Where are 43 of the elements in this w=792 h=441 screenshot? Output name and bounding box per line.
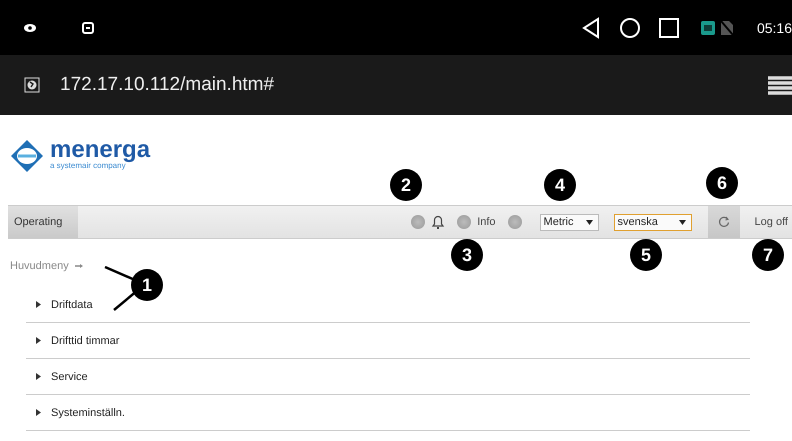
callout-badge: 6 [706,167,738,199]
callout-badge: 4 [544,169,576,201]
ethernet-icon [700,20,715,34]
status-indicator-icon [411,215,426,229]
clock: 05:16 [756,20,792,36]
expand-arrow-icon [36,409,41,416]
breadcrumb[interactable]: Huvudmeny [10,260,69,272]
indicator-icon [508,215,522,229]
log-off-link[interactable]: Log off [754,216,788,228]
menu-item[interactable]: Drifttid timmar [26,323,750,359]
back-icon[interactable] [580,16,601,38]
tabs-icon[interactable] [766,74,792,96]
no-sim-icon [720,20,733,34]
globe-icon [24,77,40,93]
home-icon[interactable] [618,16,641,38]
expand-arrow-icon [36,301,41,308]
caret-icon [678,220,686,224]
info-label[interactable]: Info [477,216,496,228]
arrow-icon [74,264,83,268]
eye-icon [24,24,36,32]
callout-badge: 3 [451,239,483,271]
logo-icon [10,139,44,173]
callout-badge: 2 [390,169,422,201]
refresh-button[interactable] [708,206,740,238]
url-text[interactable]: 172.17.10.112/main.htm# [60,74,274,96]
callout-badge: 5 [630,239,662,271]
caret-icon [586,220,593,224]
menu-item[interactable]: Systeminställn. [26,395,750,431]
info-indicator-icon [457,215,472,229]
app-icon [82,22,94,34]
status-tab[interactable]: Operating [8,206,78,238]
bell-icon[interactable] [431,214,446,230]
units-dropdown[interactable]: Metric [540,214,599,230]
logo-wordmark: menerga [50,139,150,161]
callout-badge: 7 [752,239,784,271]
menu-item[interactable]: Service [26,359,750,395]
refresh-icon [718,216,730,228]
recents-icon[interactable] [658,18,679,38]
expand-arrow-icon [36,373,41,380]
callout-badge: 1 [131,269,163,301]
logo-tagline: a systemair company [50,161,126,170]
language-dropdown[interactable]: svenska [614,214,692,230]
expand-arrow-icon [36,337,41,344]
